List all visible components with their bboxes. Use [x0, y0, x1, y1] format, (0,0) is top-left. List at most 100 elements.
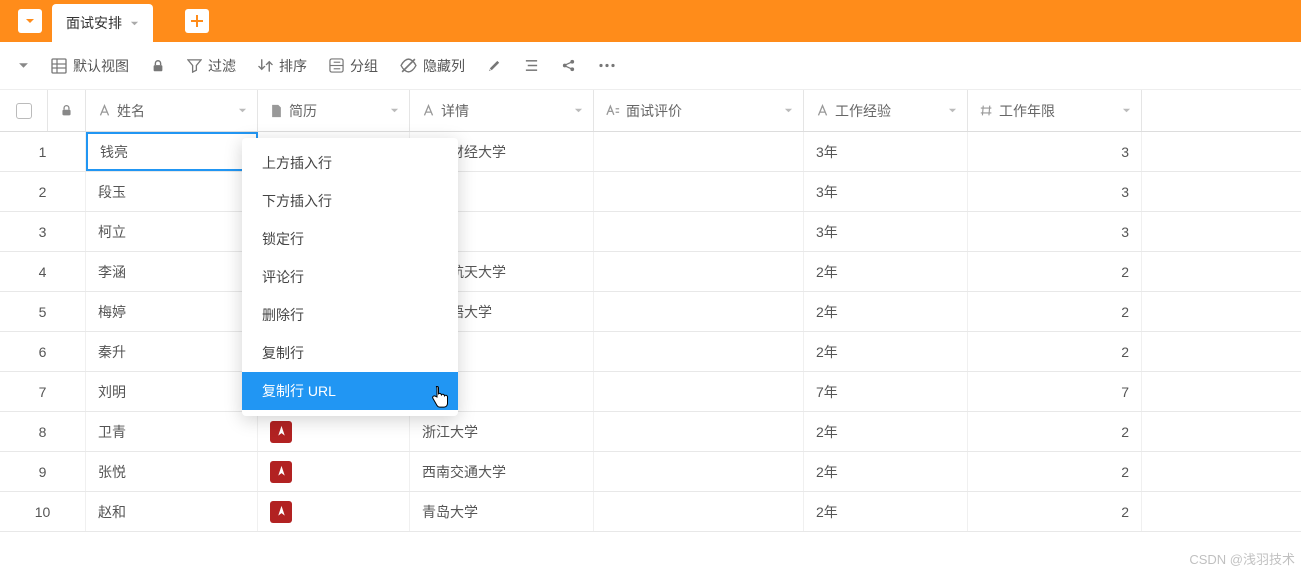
group-button[interactable]: 分组: [329, 56, 378, 76]
cell-name[interactable]: 梅婷: [86, 292, 258, 331]
more-button[interactable]: [598, 58, 616, 73]
cell-eval[interactable]: [594, 492, 804, 531]
table-row[interactable]: 6秦升大学2年2: [0, 332, 1301, 372]
hide-columns-button[interactable]: 隐藏列: [400, 56, 465, 76]
cell-resume[interactable]: [258, 452, 410, 491]
cell-resume[interactable]: [258, 412, 410, 451]
table-row[interactable]: 1钱亮上海财经大学3年3: [0, 132, 1301, 172]
table-row[interactable]: 10赵和 青岛大学 2年2: [0, 492, 1301, 532]
cell-detail[interactable]: 青岛大学: [410, 492, 594, 531]
cell-name[interactable]: 段玉: [86, 172, 258, 211]
cell-exp[interactable]: 7年: [804, 372, 968, 411]
tab-interview-schedule[interactable]: 面试安排: [52, 4, 153, 42]
cell-exp[interactable]: 3年: [804, 132, 968, 171]
cell-years[interactable]: 2: [968, 412, 1142, 451]
cell-name[interactable]: 柯立: [86, 212, 258, 251]
row-index[interactable]: 5: [0, 292, 86, 331]
cell-name[interactable]: 卫青: [86, 412, 258, 451]
row-index[interactable]: 2: [0, 172, 86, 211]
header-checkbox[interactable]: [0, 90, 48, 131]
header-exp[interactable]: 工作经验: [804, 90, 968, 131]
cell-eval[interactable]: [594, 212, 804, 251]
cell-eval[interactable]: [594, 332, 804, 371]
cell-years[interactable]: 2: [968, 492, 1142, 531]
cell-detail[interactable]: 浙江大学: [410, 412, 594, 451]
table-row[interactable]: 3柯立大学3年3: [0, 212, 1301, 252]
table-row[interactable]: 7刘明大学7年7: [0, 372, 1301, 412]
cell-eval[interactable]: [594, 292, 804, 331]
cell-eval[interactable]: [594, 172, 804, 211]
context-menu-item[interactable]: 复制行 URL: [242, 372, 458, 410]
table-row[interactable]: 5梅婷外国语大学2年2: [0, 292, 1301, 332]
cell-eval[interactable]: [594, 412, 804, 451]
cell-name[interactable]: 赵和: [86, 492, 258, 531]
cell-years[interactable]: 2: [968, 452, 1142, 491]
cell-eval[interactable]: [594, 452, 804, 491]
lock-button[interactable]: [151, 59, 165, 73]
cell-name[interactable]: 钱亮: [86, 132, 258, 171]
paint-button[interactable]: [487, 58, 502, 73]
share-button[interactable]: [561, 58, 576, 73]
context-menu-item[interactable]: 删除行: [242, 296, 458, 334]
cell-name[interactable]: 刘明: [86, 372, 258, 411]
cell-exp[interactable]: 2年: [804, 452, 968, 491]
row-index[interactable]: 4: [0, 252, 86, 291]
filter-button[interactable]: 过滤: [187, 56, 236, 76]
header-eval[interactable]: 面试评价: [594, 90, 804, 131]
cell-eval[interactable]: [594, 252, 804, 291]
cell-years[interactable]: 3: [968, 172, 1142, 211]
caret-down-icon[interactable]: [784, 106, 793, 115]
row-index[interactable]: 6: [0, 332, 86, 371]
row-index[interactable]: 3: [0, 212, 86, 251]
cell-name[interactable]: 李涵: [86, 252, 258, 291]
row-height-button[interactable]: [524, 58, 539, 73]
cell-exp[interactable]: 2年: [804, 492, 968, 531]
header-name[interactable]: 姓名: [86, 90, 258, 131]
context-menu-item[interactable]: 下方插入行: [242, 182, 458, 220]
tab-menu-button[interactable]: [18, 9, 42, 33]
cell-exp[interactable]: 2年: [804, 412, 968, 451]
row-index[interactable]: 7: [0, 372, 86, 411]
cell-years[interactable]: 7: [968, 372, 1142, 411]
cell-years[interactable]: 3: [968, 212, 1142, 251]
cell-name[interactable]: 张悦: [86, 452, 258, 491]
table-row[interactable]: 8卫青 浙江大学 2年2: [0, 412, 1301, 452]
caret-down-icon[interactable]: [238, 106, 247, 115]
header-lock[interactable]: [48, 90, 86, 131]
cell-name[interactable]: 秦升: [86, 332, 258, 371]
caret-down-icon[interactable]: [574, 106, 583, 115]
cell-years[interactable]: 3: [968, 132, 1142, 171]
caret-down-icon[interactable]: [948, 106, 957, 115]
context-menu-item[interactable]: 复制行: [242, 334, 458, 372]
header-resume[interactable]: 简历: [258, 90, 410, 131]
table-row[interactable]: 2段玉大学3年3: [0, 172, 1301, 212]
cell-eval[interactable]: [594, 132, 804, 171]
add-tab-button[interactable]: [185, 9, 209, 33]
cell-eval[interactable]: [594, 372, 804, 411]
cell-resume[interactable]: [258, 492, 410, 531]
cell-exp[interactable]: 3年: [804, 212, 968, 251]
caret-down-icon[interactable]: [390, 106, 399, 115]
cell-exp[interactable]: 2年: [804, 252, 968, 291]
caret-down-icon[interactable]: [1122, 106, 1131, 115]
row-index[interactable]: 10: [0, 492, 86, 531]
view-button[interactable]: 默认视图: [51, 56, 129, 76]
table-row[interactable]: 9张悦西南交通大学2年2: [0, 452, 1301, 492]
header-years[interactable]: 工作年限: [968, 90, 1142, 131]
context-menu-item[interactable]: 评论行: [242, 258, 458, 296]
cell-years[interactable]: 2: [968, 292, 1142, 331]
row-index[interactable]: 1: [0, 132, 86, 171]
cell-years[interactable]: 2: [968, 252, 1142, 291]
table-row[interactable]: 4李涵航空航天大学2年2: [0, 252, 1301, 292]
header-detail[interactable]: 详情: [410, 90, 594, 131]
cell-exp[interactable]: 3年: [804, 172, 968, 211]
context-menu-item[interactable]: 锁定行: [242, 220, 458, 258]
cell-years[interactable]: 2: [968, 332, 1142, 371]
sort-button[interactable]: 排序: [258, 56, 307, 76]
caret-down-icon[interactable]: [18, 60, 29, 71]
cell-exp[interactable]: 2年: [804, 292, 968, 331]
cell-exp[interactable]: 2年: [804, 332, 968, 371]
context-menu-item[interactable]: 上方插入行: [242, 144, 458, 182]
row-index[interactable]: 8: [0, 412, 86, 451]
cell-detail[interactable]: 西南交通大学: [410, 452, 594, 491]
